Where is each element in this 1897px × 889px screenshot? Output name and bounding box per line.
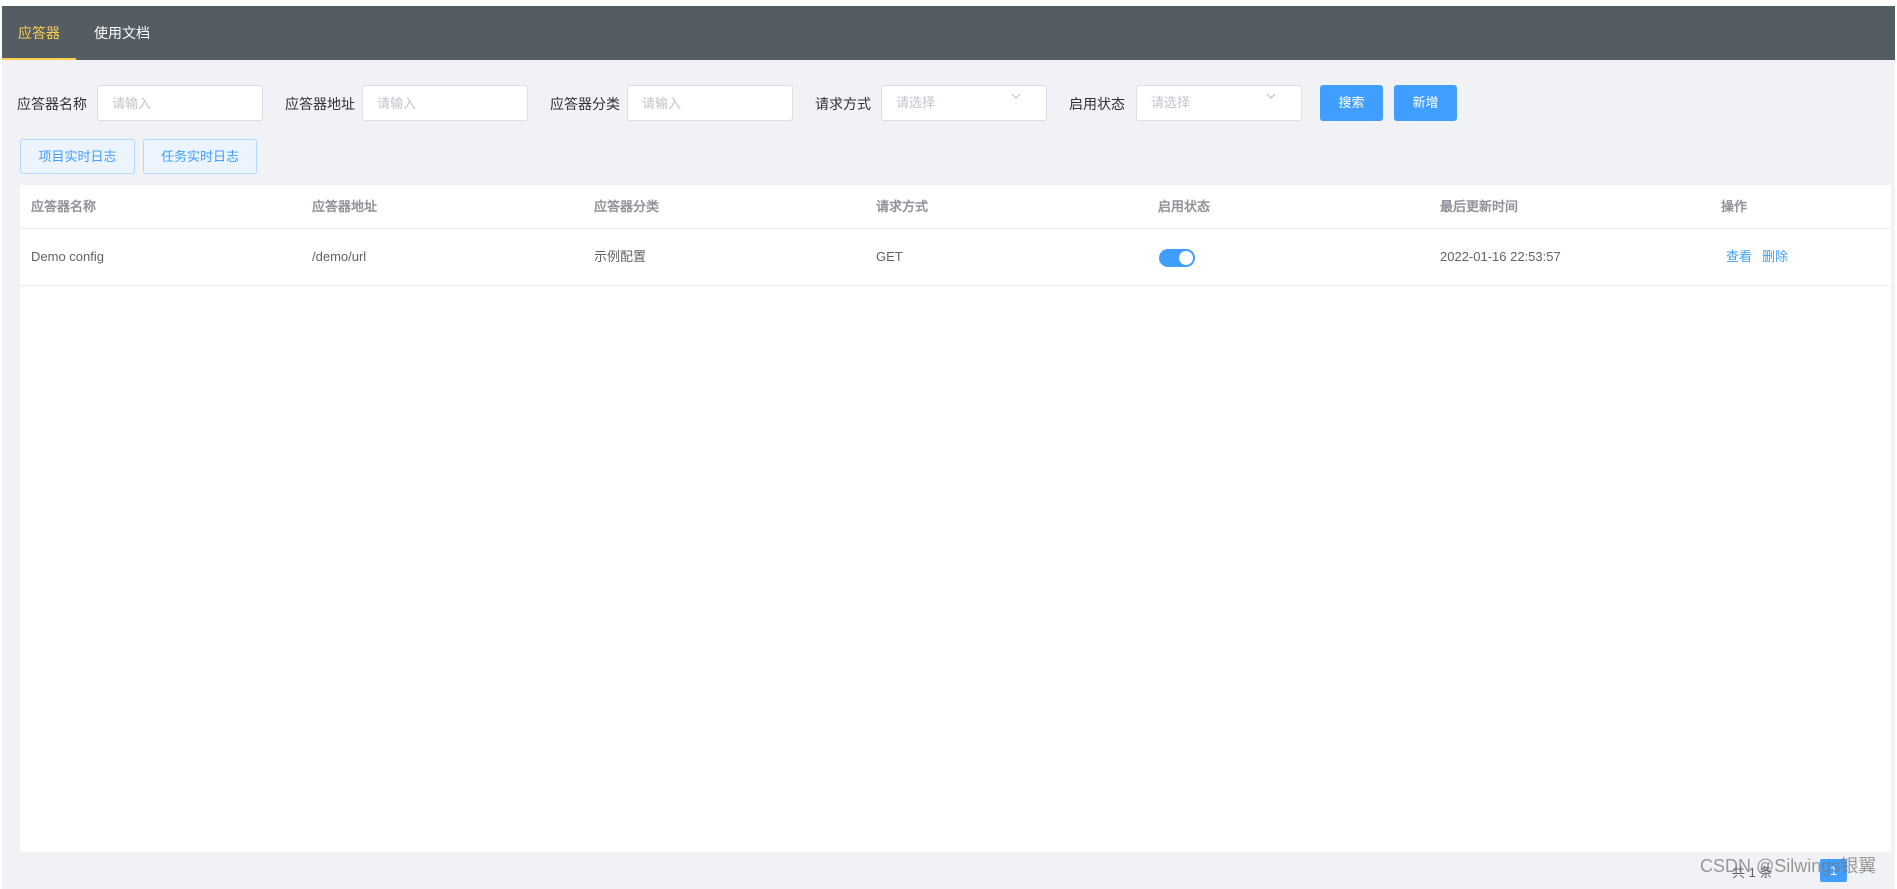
column-header-address: 应答器地址: [312, 199, 378, 214]
cell-name: Demo config: [31, 249, 104, 264]
filter-address-input[interactable]: [362, 85, 528, 121]
column-header-updated: 最后更新时间: [1440, 199, 1519, 214]
cell-category: 示例配置: [594, 249, 647, 264]
filter-method-label: 请求方式: [815, 96, 871, 112]
watermark: CSDN @Silwings银翼: [1700, 856, 1877, 876]
filter-method-placeholder: 请选择: [896, 95, 936, 110]
filter-address-label: 应答器地址: [285, 96, 355, 112]
filter-name-label: 应答器名称: [17, 96, 87, 112]
search-button[interactable]: 搜索: [1320, 85, 1383, 121]
column-header-name: 应答器名称: [31, 199, 97, 214]
project-log-button[interactable]: 项目实时日志: [20, 139, 135, 174]
table-row: Demo config /demo/url 示例配置 GET 2022-01-1…: [20, 229, 1891, 286]
enabled-toggle[interactable]: [1159, 249, 1195, 267]
column-header-actions: 操作: [1721, 199, 1748, 214]
top-nav-bar: 应答器 使用文档: [2, 6, 1895, 60]
column-header-status: 启用状态: [1158, 199, 1211, 214]
filter-status-placeholder: 请选择: [1151, 95, 1191, 110]
nav-tab-docs[interactable]: 使用文档: [76, 6, 168, 60]
task-log-button[interactable]: 任务实时日志: [143, 139, 257, 174]
filter-status-label: 启用状态: [1069, 96, 1125, 112]
chevron-down-icon: [1011, 93, 1021, 99]
column-header-category: 应答器分类: [594, 199, 660, 214]
table-header: 应答器名称 应答器地址 应答器分类 请求方式 启用状态 最后更新时间 操作: [20, 185, 1891, 229]
filter-method-select[interactable]: 请选择: [881, 85, 1047, 121]
filter-category-input[interactable]: [627, 85, 793, 121]
view-link[interactable]: 查看: [1726, 229, 1752, 285]
cell-updated-at: 2022-01-16 22:53:57: [1440, 249, 1561, 264]
filter-name-input[interactable]: [97, 85, 263, 121]
cell-method: GET: [876, 249, 903, 264]
filter-category-label: 应答器分类: [550, 96, 620, 112]
cell-address: /demo/url: [312, 249, 367, 264]
responder-table: 应答器名称 应答器地址 应答器分类 请求方式 启用状态 最后更新时间 操作 De…: [20, 185, 1891, 852]
chevron-down-icon: [1266, 93, 1276, 99]
toggle-knob: [1179, 251, 1193, 265]
add-button[interactable]: 新增: [1394, 85, 1457, 121]
app-frame: 应答器 使用文档 应答器名称 应答器地址 应答器分类 请求方式 请选择 启用状态…: [2, 6, 1895, 889]
nav-tab-responder[interactable]: 应答器: [2, 6, 76, 60]
filter-status-select[interactable]: 请选择: [1136, 85, 1302, 121]
delete-link[interactable]: 删除: [1762, 229, 1788, 285]
column-header-method: 请求方式: [876, 199, 929, 214]
